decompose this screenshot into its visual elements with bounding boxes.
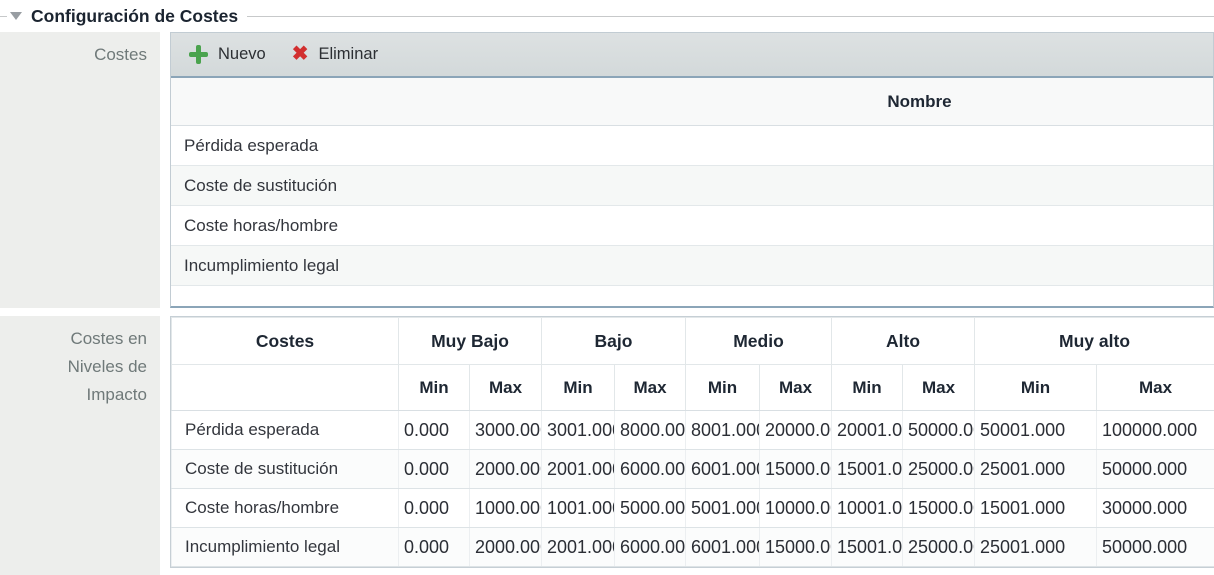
cost-row[interactable]: Coste horas/hombre <box>171 206 1213 246</box>
panel-header: Configuración de Costes <box>0 0 1214 32</box>
level-group-header-alto: Alto <box>832 318 975 365</box>
value-cell[interactable]: 5001.000 <box>686 489 760 528</box>
panel-title: Configuración de Costes <box>31 6 238 27</box>
value-cell[interactable]: 3001.000 <box>542 411 615 450</box>
value-cell[interactable]: 6001.000 <box>686 450 760 489</box>
collapse-toggle-icon[interactable] <box>10 12 22 20</box>
level-group-header-bajo: Bajo <box>542 318 686 365</box>
x-icon: ✖ <box>292 45 309 64</box>
value-cell[interactable]: 50000.000 <box>1097 528 1214 567</box>
section-costes-niveles: Costes en Niveles de Impacto Costes Muy … <box>0 316 1214 575</box>
value-cell[interactable]: 25001.000 <box>975 450 1097 489</box>
eliminar-button-label: Eliminar <box>318 45 378 64</box>
value-cell[interactable]: 2000.000 <box>470 450 542 489</box>
value-cell[interactable]: 10000.000 <box>760 489 832 528</box>
max-header: Max <box>760 365 832 411</box>
value-cell[interactable]: 20000.000 <box>760 411 832 450</box>
level-group-header-medio: Medio <box>686 318 832 365</box>
cost-row[interactable]: Pérdida esperada <box>171 126 1213 166</box>
value-cell[interactable]: 15000.000 <box>760 450 832 489</box>
max-header: Max <box>470 365 542 411</box>
value-cell[interactable]: 6001.000 <box>686 528 760 567</box>
cost-name-cell[interactable]: Pérdida esperada <box>172 411 399 450</box>
value-cell[interactable]: 2000.000 <box>470 528 542 567</box>
impact-row: Coste de sustitución 0.000 2000.000 2001… <box>172 450 1214 489</box>
value-cell[interactable]: 1000.000 <box>470 489 542 528</box>
section-label-costes-niveles: Costes en Niveles de Impacto <box>42 316 160 409</box>
value-cell[interactable]: 0.000 <box>399 489 470 528</box>
section-label-costes-niveles-panel: Costes en Niveles de Impacto <box>0 316 160 575</box>
value-cell[interactable]: 0.000 <box>399 411 470 450</box>
nombre-column-header[interactable]: Nombre <box>171 78 1213 126</box>
value-cell[interactable]: 10001.000 <box>832 489 903 528</box>
min-header: Min <box>832 365 903 411</box>
impact-levels-grid: Costes Muy Bajo Bajo Medio Alto Muy alto… <box>170 316 1214 568</box>
value-cell[interactable]: 8001.000 <box>686 411 760 450</box>
costes-column-header: Costes <box>172 318 399 365</box>
value-cell[interactable]: 8000.000 <box>615 411 686 450</box>
costes-toolbar: Nuevo ✖ Eliminar <box>171 33 1213 78</box>
min-header: Min <box>686 365 760 411</box>
value-cell[interactable]: 15001.000 <box>832 450 903 489</box>
min-header: Min <box>399 365 470 411</box>
fieldset-line-right <box>247 16 1214 17</box>
fieldset-line-left <box>0 16 7 17</box>
value-cell[interactable]: 50000.000 <box>1097 450 1214 489</box>
value-cell[interactable]: 100000.000 <box>1097 411 1214 450</box>
max-header: Max <box>615 365 686 411</box>
nuevo-button[interactable]: Nuevo <box>189 45 266 64</box>
value-cell[interactable]: 0.000 <box>399 528 470 567</box>
nuevo-button-label: Nuevo <box>218 45 266 64</box>
value-cell[interactable]: 25000.000 <box>903 528 975 567</box>
value-cell[interactable]: 2001.000 <box>542 528 615 567</box>
value-cell[interactable]: 25000.000 <box>903 450 975 489</box>
value-cell[interactable]: 25001.000 <box>975 528 1097 567</box>
section-label-costes-panel: Costes <box>0 32 160 308</box>
cost-name-cell[interactable]: Coste horas/hombre <box>172 489 399 528</box>
level-group-header-muy-bajo: Muy Bajo <box>399 318 542 365</box>
section-costes: Costes Nuevo ✖ Eliminar Nombre Pérdida e… <box>0 32 1214 308</box>
value-cell[interactable]: 15000.000 <box>903 489 975 528</box>
cost-name-cell[interactable]: Coste de sustitución <box>172 450 399 489</box>
value-cell[interactable]: 15001.000 <box>832 528 903 567</box>
min-header: Min <box>542 365 615 411</box>
empty-row <box>171 286 1213 303</box>
value-cell[interactable]: 15000.000 <box>760 528 832 567</box>
blank-header-cell <box>172 365 399 411</box>
value-cell[interactable]: 20001.000 <box>832 411 903 450</box>
max-header: Max <box>1097 365 1214 411</box>
impact-row: Incumplimiento legal 0.000 2000.000 2001… <box>172 528 1214 567</box>
costes-grid: Nuevo ✖ Eliminar Nombre Pérdida esperada… <box>170 32 1214 308</box>
value-cell[interactable]: 6000.000 <box>615 528 686 567</box>
value-cell[interactable]: 1001.000 <box>542 489 615 528</box>
value-cell[interactable]: 2001.000 <box>542 450 615 489</box>
impact-row: Coste horas/hombre 0.000 1000.000 1001.0… <box>172 489 1214 528</box>
min-header: Min <box>975 365 1097 411</box>
value-cell[interactable]: 5000.000 <box>615 489 686 528</box>
cost-row[interactable]: Incumplimiento legal <box>171 246 1213 286</box>
nombre-column-header-label: Nombre <box>887 92 951 112</box>
value-cell[interactable]: 0.000 <box>399 450 470 489</box>
plus-icon <box>189 45 208 64</box>
value-cell[interactable]: 3000.000 <box>470 411 542 450</box>
level-group-header-muy-alto: Muy alto <box>975 318 1214 365</box>
cost-name-cell[interactable]: Incumplimiento legal <box>172 528 399 567</box>
max-header: Max <box>903 365 975 411</box>
value-cell[interactable]: 6000.000 <box>615 450 686 489</box>
section-label-costes: Costes <box>94 32 160 69</box>
impact-row: Pérdida esperada 0.000 3000.000 3001.000… <box>172 411 1214 450</box>
value-cell[interactable]: 50000.000 <box>903 411 975 450</box>
cost-row[interactable]: Coste de sustitución <box>171 166 1213 206</box>
value-cell[interactable]: 30000.000 <box>1097 489 1214 528</box>
eliminar-button[interactable]: ✖ Eliminar <box>292 45 378 64</box>
value-cell[interactable]: 50001.000 <box>975 411 1097 450</box>
value-cell[interactable]: 15001.000 <box>975 489 1097 528</box>
